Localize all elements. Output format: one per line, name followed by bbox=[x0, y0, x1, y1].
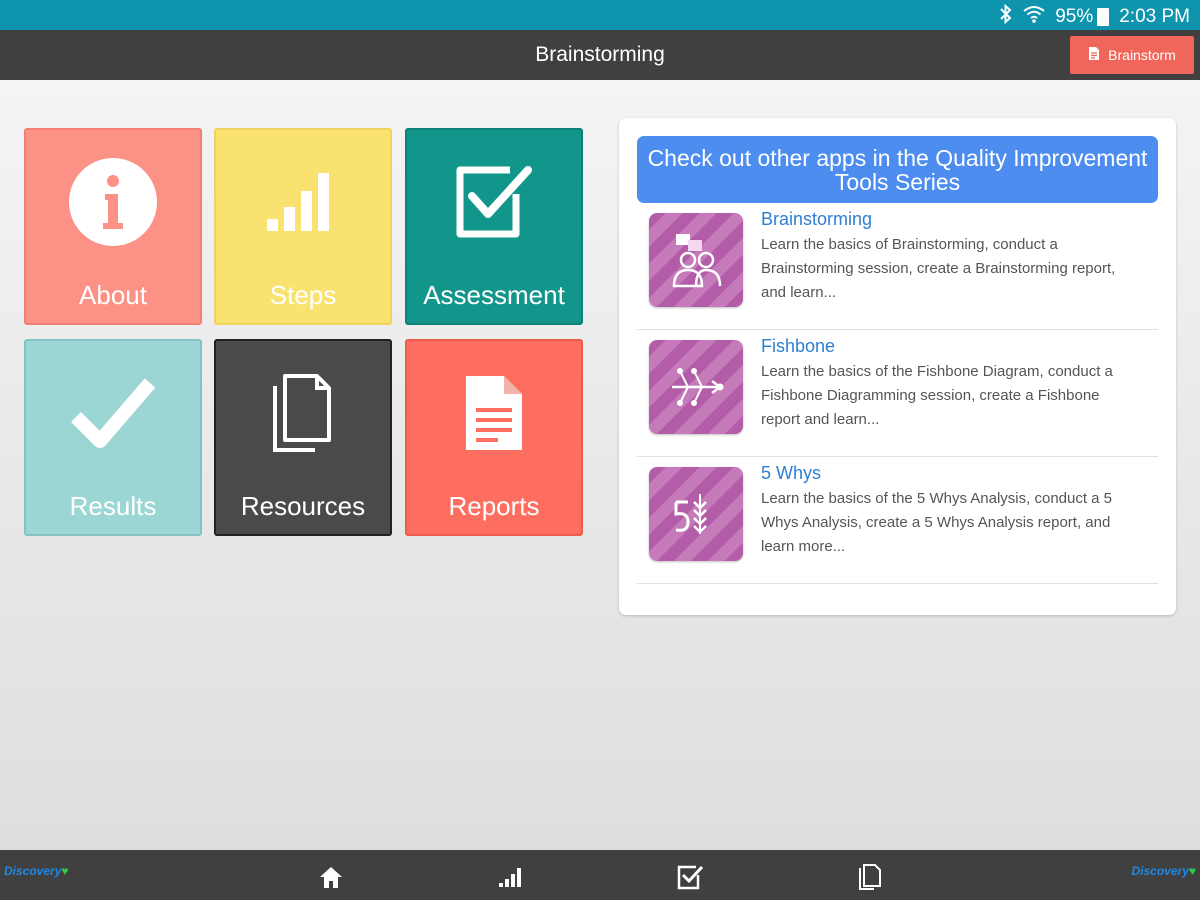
fishbone-app-icon bbox=[649, 340, 743, 434]
report-document-icon bbox=[407, 363, 581, 463]
document-icon bbox=[1088, 46, 1100, 64]
brainstorm-button-label: Brainstorm bbox=[1108, 47, 1176, 63]
steps-tile-label: Steps bbox=[269, 280, 337, 310]
about-tile-label: About bbox=[79, 280, 147, 310]
status-icons: 95% 2:03 PM bbox=[999, 3, 1190, 30]
checkbox-icon bbox=[407, 152, 581, 252]
home-icon[interactable] bbox=[316, 862, 346, 892]
about-tile[interactable]: About bbox=[24, 128, 202, 325]
results-tile-label: Results bbox=[69, 491, 157, 521]
brand-logo-right: Discovery♥ bbox=[1131, 864, 1197, 878]
app-bar: Brainstorming Brainstorm bbox=[0, 30, 1200, 80]
app-item-fishbone[interactable]: Fishbone Learn the basics of the Fishbon… bbox=[637, 330, 1158, 457]
reports-tile[interactable]: Reports bbox=[405, 339, 583, 536]
brainstorming-app-icon bbox=[649, 213, 743, 307]
bluetooth-icon bbox=[999, 3, 1013, 30]
battery-percent: 95% bbox=[1055, 6, 1094, 27]
app-item-5-whys[interactable]: 5 Whys Learn the basics of the 5 Whys An… bbox=[637, 457, 1158, 584]
app-name[interactable]: Brainstorming bbox=[761, 209, 872, 230]
resources-tile-label: Resources bbox=[240, 491, 366, 521]
main-content: About Steps Assessment Results Resources… bbox=[0, 80, 1200, 850]
assessment-tile[interactable]: Assessment bbox=[405, 128, 583, 325]
app-description: Learn the basics of the 5 Whys Analysis,… bbox=[761, 490, 1113, 555]
battery-icon bbox=[1097, 8, 1110, 26]
brand-logo-left: Discovery♥ bbox=[4, 864, 69, 878]
other-apps-header[interactable]: Check out other apps in the Quality Impr… bbox=[637, 136, 1158, 203]
app-description: Learn the basics of Brainstorming, condu… bbox=[761, 236, 1116, 301]
checkmark-icon bbox=[26, 363, 200, 463]
steps-bars-icon[interactable] bbox=[495, 862, 525, 892]
page-title: Brainstorming bbox=[535, 43, 665, 66]
five-whys-app-icon bbox=[649, 467, 743, 561]
brainstorm-button[interactable]: Brainstorm bbox=[1070, 36, 1194, 74]
reports-tile-label: Reports bbox=[448, 491, 540, 521]
app-name[interactable]: Fishbone bbox=[761, 336, 835, 357]
steps-bars-icon bbox=[216, 152, 390, 252]
clock: 2:03 PM bbox=[1119, 6, 1190, 27]
checkbox-icon[interactable] bbox=[675, 862, 705, 892]
documents-icon[interactable] bbox=[855, 862, 885, 892]
app-name[interactable]: 5 Whys bbox=[761, 463, 821, 484]
app-description: Learn the basics of the Fishbone Diagram… bbox=[761, 363, 1113, 428]
bottom-nav-bar: Discovery♥ Discovery♥ bbox=[0, 850, 1200, 900]
status-bar: 95% 2:03 PM bbox=[0, 0, 1200, 30]
results-tile[interactable]: Results bbox=[24, 339, 202, 536]
documents-icon bbox=[216, 363, 390, 463]
other-apps-card: Check out other apps in the Quality Impr… bbox=[619, 118, 1176, 615]
resources-tile[interactable]: Resources bbox=[214, 339, 392, 536]
assessment-tile-label: Assessment bbox=[423, 280, 565, 310]
app-item-brainstorming[interactable]: Brainstorming Learn the basics of Brains… bbox=[637, 203, 1158, 330]
wifi-icon bbox=[1023, 5, 1045, 29]
steps-tile[interactable]: Steps bbox=[214, 128, 392, 325]
info-icon bbox=[26, 152, 200, 252]
